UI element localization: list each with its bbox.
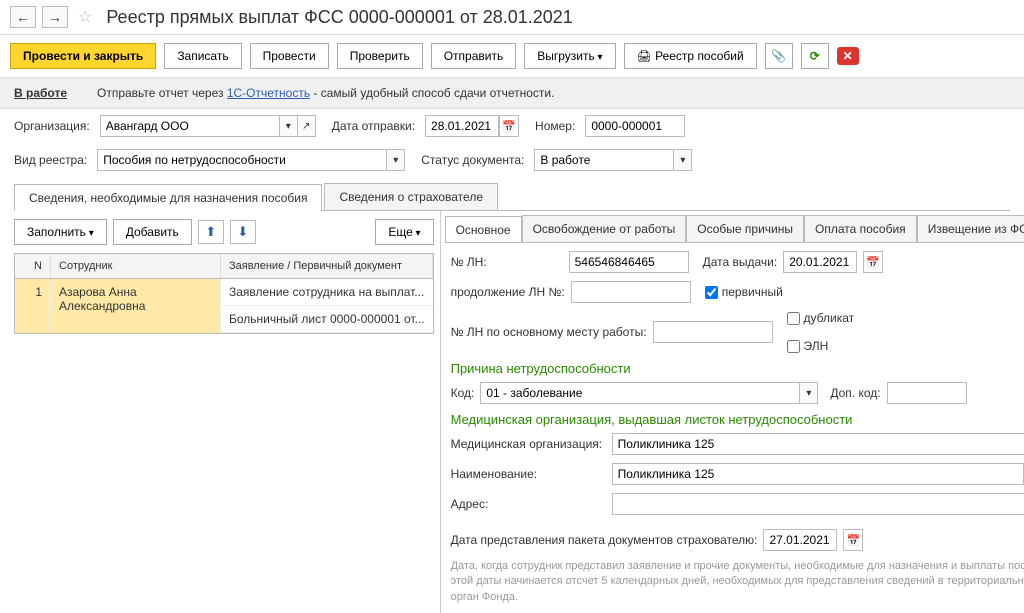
- employees-grid: N Сотрудник Заявление / Первичный докуме…: [14, 253, 434, 334]
- pkg-date-label: Дата представления пакета документов стр…: [451, 533, 758, 547]
- favorite-star-icon[interactable]: ☆: [74, 7, 96, 27]
- add-button[interactable]: Добавить: [113, 219, 192, 245]
- code-dropdown[interactable]: ▾: [800, 382, 818, 404]
- addcode-label: Доп. код:: [830, 386, 880, 400]
- tab-insurer-info[interactable]: Сведения о страхователе: [324, 183, 498, 210]
- subtab-special[interactable]: Особые причины: [686, 215, 804, 242]
- col-document-header: Заявление / Первичный документ: [221, 254, 433, 278]
- move-up-button[interactable]: ⬆: [198, 220, 224, 244]
- main-ln-label: № ЛН по основному месту работы:: [451, 325, 647, 339]
- attachment-button[interactable]: 📎: [765, 43, 793, 69]
- subtab-payment[interactable]: Оплата пособия: [804, 215, 917, 242]
- pkg-date-hint: Дата, когда сотрудник представил заявлен…: [451, 559, 1024, 605]
- benefits-registry-button[interactable]: 🖨 Реестр пособий: [624, 43, 757, 69]
- tab-assignment-info[interactable]: Сведения, необходимые для назначения пос…: [14, 184, 322, 211]
- address-input[interactable]: [612, 493, 1024, 515]
- pkg-date-input[interactable]: [763, 529, 837, 551]
- refresh-button[interactable]: ⟳: [801, 43, 829, 69]
- issue-date-calendar[interactable]: 📅: [863, 251, 883, 273]
- fill-button[interactable]: Заполнить: [14, 219, 107, 245]
- check-button[interactable]: Проверить: [337, 43, 423, 69]
- number-input[interactable]: [585, 115, 685, 137]
- type-input[interactable]: [97, 149, 387, 171]
- primary-checkbox[interactable]: первичный: [705, 285, 783, 299]
- page-title: Реестр прямых выплат ФСС 0000-000001 от …: [106, 7, 572, 28]
- ln-no-input[interactable]: [569, 251, 689, 273]
- ln-no-label: № ЛН:: [451, 255, 563, 269]
- forward-button[interactable]: →: [42, 6, 68, 28]
- post-and-close-button[interactable]: Провести и закрыть: [10, 43, 156, 69]
- back-button[interactable]: ←: [10, 6, 36, 28]
- subtab-main[interactable]: Основное: [445, 216, 522, 243]
- cont-ln-label: продолжение ЛН №:: [451, 285, 565, 299]
- more-button[interactable]: Еще: [375, 219, 433, 245]
- info-hint: Отправьте отчет через 1С-Отчетность - са…: [97, 86, 554, 100]
- code-label: Код:: [451, 386, 475, 400]
- issue-date-input[interactable]: [783, 251, 857, 273]
- col-n-header: N: [15, 254, 51, 278]
- doc-status-input[interactable]: [534, 149, 674, 171]
- addcode-input[interactable]: [887, 382, 967, 404]
- document-cell-2[interactable]: Больничный лист 0000-000001 от...: [221, 306, 433, 333]
- doc-status-dropdown[interactable]: ▾: [674, 149, 692, 171]
- address-label: Адрес:: [451, 497, 606, 511]
- move-down-button[interactable]: ⬇: [230, 220, 256, 244]
- document-cell-1[interactable]: Заявление сотрудника на выплат...: [221, 279, 433, 306]
- org-input[interactable]: [100, 115, 280, 137]
- medorg-input[interactable]: [612, 433, 1024, 455]
- send-date-calendar[interactable]: 📅: [499, 115, 519, 137]
- type-label: Вид реестра:: [14, 153, 87, 167]
- doc-status-label: Статус документа:: [421, 153, 524, 167]
- row-number[interactable]: 1: [15, 279, 51, 333]
- org-dropdown[interactable]: ▾: [280, 115, 298, 137]
- send-date-label: Дата отправки:: [332, 119, 415, 133]
- medorg-name-label: Наименование:: [451, 467, 606, 481]
- cont-ln-input[interactable]: [571, 281, 691, 303]
- close-button[interactable]: ✕: [837, 47, 859, 65]
- number-label: Номер:: [535, 119, 575, 133]
- duplicate-checkbox[interactable]: дубликат: [787, 311, 855, 325]
- pkg-date-calendar[interactable]: 📅: [843, 529, 863, 551]
- eln-checkbox[interactable]: ЭЛН: [787, 339, 855, 353]
- save-button[interactable]: Записать: [164, 43, 241, 69]
- send-date-input[interactable]: [425, 115, 499, 137]
- status-label: В работе: [14, 86, 67, 100]
- issue-date-label: Дата выдачи:: [703, 255, 778, 269]
- code-input[interactable]: [480, 382, 800, 404]
- medorg-section-title: Медицинская организация, выдавшая листок…: [451, 412, 1024, 427]
- send-button[interactable]: Отправить: [431, 43, 517, 69]
- export-button[interactable]: Выгрузить: [524, 43, 615, 69]
- reason-section-title: Причина нетрудоспособности: [451, 361, 1024, 376]
- employee-cell[interactable]: Азарова Анна Александровна: [51, 279, 221, 333]
- reporting-link[interactable]: 1С-Отчетность: [227, 86, 310, 100]
- subtab-fss-notice[interactable]: Извещение из ФСС / От: [917, 215, 1024, 242]
- subtab-work-release[interactable]: Освобождение от работы: [522, 215, 687, 242]
- type-dropdown[interactable]: ▾: [387, 149, 405, 171]
- org-label: Организация:: [14, 119, 90, 133]
- medorg-name-input[interactable]: [612, 463, 1024, 485]
- col-employee-header: Сотрудник: [51, 254, 221, 278]
- medorg-label: Медицинская организация:: [451, 437, 606, 451]
- post-button[interactable]: Провести: [250, 43, 329, 69]
- main-ln-input[interactable]: [653, 321, 773, 343]
- org-open-button[interactable]: ↗: [298, 115, 316, 137]
